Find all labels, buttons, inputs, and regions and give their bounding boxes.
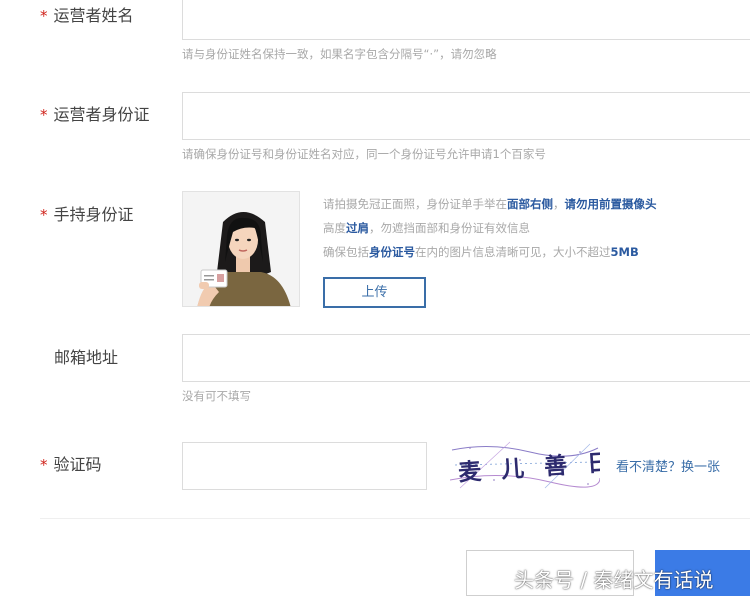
hand-id-label: * 手持身份证 (40, 205, 134, 224)
required-mark: * (40, 456, 48, 474)
captcha-label: * 验证码 (40, 455, 102, 474)
upload-tip-1: 请拍摄免冠正面照，身份证单手举在面部右侧，请勿用前置摄像头 (323, 197, 657, 211)
id-card-hint: 请确保身份证号和身份证姓名对应，同一个身份证号允许申请1个百家号 (182, 147, 546, 161)
email-label: 邮箱地址 (54, 348, 119, 367)
operator-name-input[interactable] (182, 0, 750, 40)
email-input[interactable] (182, 334, 750, 382)
required-mark: * (40, 7, 48, 25)
woman-holding-id-illustration (183, 192, 299, 306)
captcha-refresh-link[interactable]: 看不清楚？换一张 (616, 456, 720, 475)
id-card-input[interactable] (182, 92, 750, 140)
required-mark: * (40, 206, 48, 224)
form-divider (40, 518, 750, 519)
id-card-label: * 运营者身份证 (40, 105, 150, 124)
upload-tip-2: 高度过肩，勿遮挡面部和身份证有效信息 (323, 221, 530, 235)
captcha-input[interactable] (182, 442, 427, 490)
upload-button[interactable]: 上传 (323, 277, 426, 308)
name-label: * 运营者姓名 (40, 6, 134, 25)
name-hint: 请与身份证姓名保持一致，如果名字包含分隔号“·”，请勿忽略 (182, 47, 497, 61)
required-mark: * (40, 106, 48, 124)
watermark-text: 头条号 / 秦绪文有话说 (514, 568, 714, 592)
captcha-image[interactable]: 麦 儿 善 日 (450, 440, 600, 490)
email-hint: 没有可不填写 (182, 389, 251, 403)
sample-id-photo (182, 191, 300, 307)
upload-tip-3: 确保包括身份证号在内的图片信息清晰可见，大小不超过5MB (323, 245, 639, 259)
